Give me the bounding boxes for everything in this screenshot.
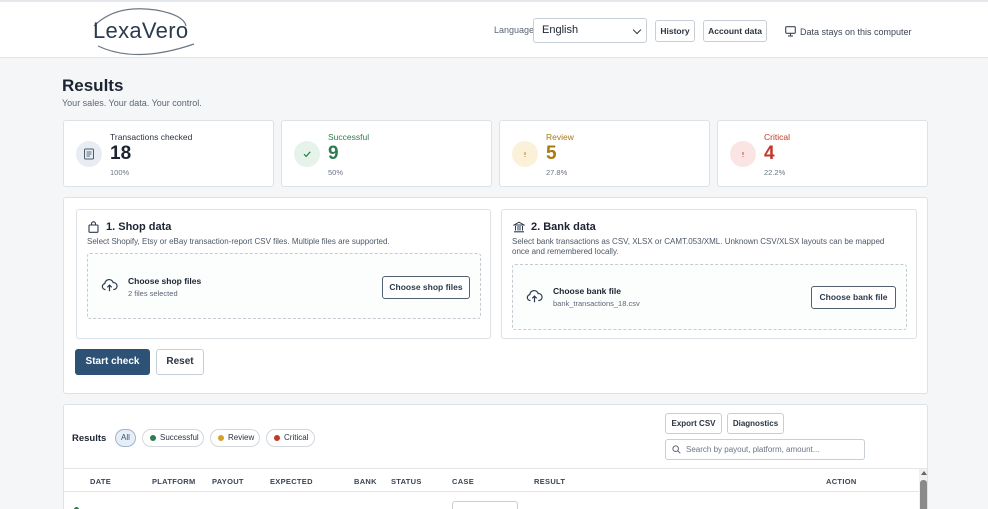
shop-data-panel: 1. Shop data Select Shopify, Etsy or eBa…	[76, 209, 491, 339]
page-title: Results	[62, 76, 124, 95]
export-csv-button[interactable]: Export CSV	[665, 413, 722, 434]
monitor-icon	[785, 26, 796, 37]
shop-dropzone[interactable]: Choose shop files 2 files selected Choos…	[87, 253, 481, 319]
bank-panel-title: 2. Bank data	[531, 221, 596, 233]
cloud-upload-icon	[101, 278, 118, 292]
filter-critical-chip[interactable]: Critical	[266, 429, 315, 447]
stat-value: 9	[328, 143, 339, 164]
language-value: English	[542, 24, 579, 36]
stat-card-checked: Transactions checked 18 100%	[63, 120, 274, 187]
language-label: Language	[494, 25, 535, 35]
results-panel: Results All Successful Review Critical E…	[63, 404, 928, 509]
stat-card-review: Review 5 27.8%	[499, 120, 710, 187]
brand-name: LexaVero	[93, 18, 189, 43]
column-date[interactable]: DATE	[90, 477, 111, 486]
column-bank[interactable]: BANK	[354, 477, 377, 486]
search-icon	[672, 445, 681, 454]
shop-panel-title: 1. Shop data	[106, 221, 172, 233]
stat-percent: 100%	[110, 168, 130, 177]
column-action[interactable]: ACTION	[826, 477, 857, 486]
filter-all-chip[interactable]: All	[115, 429, 136, 447]
status-dot	[274, 435, 280, 441]
reset-button[interactable]: Reset	[156, 349, 204, 375]
table-header: DATE PLATFORM PAYOUT EXPECTED BANK STATU…	[64, 468, 927, 492]
column-status[interactable]: STATUS	[391, 477, 422, 486]
bank-drop-title: Choose bank file	[553, 286, 622, 296]
search-placeholder: Search by payout, platform, amount...	[686, 445, 820, 454]
shop-drop-title: Choose shop files	[128, 276, 202, 286]
filter-label: Review	[228, 433, 255, 442]
history-button[interactable]: History	[655, 20, 695, 42]
alert-icon	[730, 141, 756, 167]
account-data-button[interactable]: Account data	[703, 20, 767, 42]
stat-percent: 27.8%	[546, 168, 568, 177]
choose-bank-file-button[interactable]: Choose bank file	[811, 286, 896, 309]
column-result[interactable]: RESULT	[534, 477, 565, 486]
search-input[interactable]: Search by payout, platform, amount...	[665, 439, 865, 460]
stat-card-critical: Critical 4 22.2%	[717, 120, 928, 187]
document-icon	[76, 141, 102, 167]
cloud-upload-icon	[526, 289, 543, 303]
chevron-down-icon	[632, 25, 642, 35]
upload-section: 1. Shop data Select Shopify, Etsy or eBa…	[63, 197, 928, 394]
column-payout[interactable]: PAYOUT	[212, 477, 244, 486]
shopping-bag-icon	[88, 221, 99, 233]
table-row[interactable]	[64, 493, 927, 509]
status-dot	[218, 435, 224, 441]
filter-review-chip[interactable]: Review	[210, 429, 260, 447]
app-header: LexaVero Language English History Accoun…	[0, 2, 988, 58]
filter-successful-chip[interactable]: Successful	[142, 429, 204, 447]
check-icon	[294, 141, 320, 167]
privacy-text: Data stays on this computer	[800, 27, 912, 37]
column-case[interactable]: CASE	[452, 477, 474, 486]
info-icon	[512, 141, 538, 167]
stat-label: Review	[546, 132, 574, 142]
bank-drop-status: bank_transactions_18.csv	[553, 299, 640, 308]
start-check-button[interactable]: Start check	[75, 349, 150, 375]
stat-value: 5	[546, 143, 557, 164]
stat-label: Transactions checked	[110, 132, 193, 142]
filter-label: Critical	[284, 433, 309, 442]
scroll-up-arrow-icon[interactable]	[921, 471, 927, 475]
language-select[interactable]: English	[533, 18, 647, 43]
stat-value: 18	[110, 143, 132, 164]
case-select[interactable]	[452, 501, 518, 509]
bank-dropzone[interactable]: Choose bank file bank_transactions_18.cs…	[512, 264, 907, 330]
status-dot	[150, 435, 156, 441]
stat-percent: 50%	[328, 168, 344, 177]
page-subtitle: Your sales. Your data. Your control.	[62, 98, 202, 108]
shop-drop-status: 2 files selected	[128, 289, 178, 298]
stat-label: Successful	[328, 132, 370, 142]
results-label: Results	[72, 433, 107, 444]
column-expected[interactable]: EXPECTED	[270, 477, 313, 486]
stat-value: 4	[764, 143, 775, 164]
shop-panel-desc: Select Shopify, Etsy or eBay transaction…	[87, 237, 390, 246]
brand-logo[interactable]: LexaVero	[86, 6, 206, 58]
bank-icon	[513, 221, 525, 233]
column-platform[interactable]: PLATFORM	[152, 477, 196, 486]
stat-label: Critical	[764, 132, 790, 142]
stat-percent: 22.2%	[764, 168, 786, 177]
scrollbar-thumb[interactable]	[920, 480, 927, 509]
filter-label: Successful	[160, 433, 199, 442]
stat-card-successful: Successful 9 50%	[281, 120, 492, 187]
bank-data-panel: 2. Bank data Select bank transactions as…	[501, 209, 917, 339]
bank-panel-desc: Select bank transactions as CSV, XLSX or…	[512, 237, 885, 256]
diagnostics-button[interactable]: Diagnostics	[727, 413, 784, 434]
choose-shop-files-button[interactable]: Choose shop files	[382, 276, 470, 299]
